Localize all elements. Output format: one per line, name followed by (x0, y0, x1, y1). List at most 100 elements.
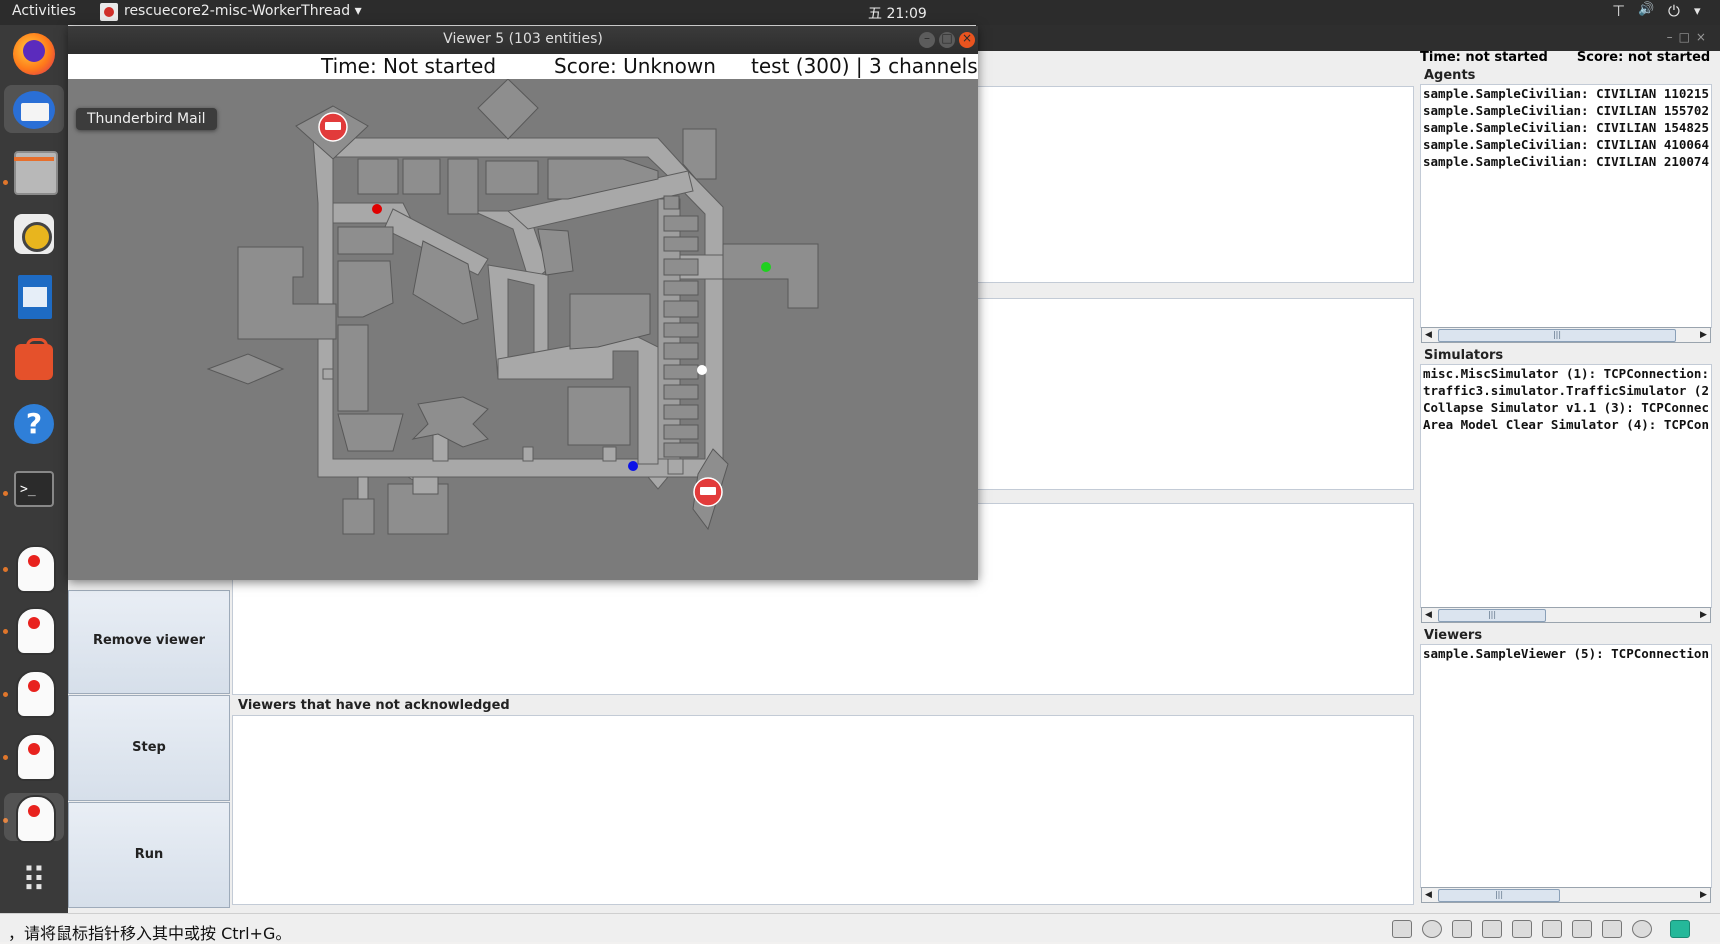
rhythmbox-icon[interactable] (10, 210, 58, 258)
hud-info: test (300) | 3 channels (751, 54, 978, 78)
audio-icon[interactable] (1542, 920, 1562, 938)
scroll-right-icon[interactable]: ▶ (1697, 888, 1710, 902)
viewers-title: Viewers (1424, 628, 1483, 643)
scroll-right-icon[interactable]: ▶ (1697, 328, 1710, 342)
agents-items: sample.SampleCivilian: CIVILIAN 1102153€… (1423, 85, 1709, 170)
list-item[interactable]: Area Model Clear Simulator (4): TCPConn (1423, 416, 1709, 433)
files-icon[interactable] (10, 147, 58, 195)
writer-icon[interactable] (10, 273, 58, 321)
help-icon[interactable]: ? (10, 400, 58, 448)
kernel-time: Time: not started (1420, 50, 1548, 65)
network-icon[interactable]: ⊤ (1612, 2, 1625, 20)
simulators-scrollbar[interactable]: ◀ ||| ▶ (1421, 607, 1711, 623)
java-icon-2[interactable] (10, 605, 58, 655)
close-button[interactable]: × (959, 31, 975, 48)
chevron-down-icon: ▾ (354, 3, 362, 19)
close-icon: × (961, 31, 973, 45)
power-icon[interactable]: ⏻ (1668, 2, 1680, 20)
step-label: Step (132, 740, 166, 755)
agent-red-dot (372, 204, 382, 214)
agents-scrollbar[interactable]: ◀ ||| ▶ (1421, 327, 1711, 343)
software-icon[interactable] (10, 336, 58, 384)
list-item[interactable]: sample.SampleCivilian: CIVILIAN 2100749 (1423, 153, 1709, 170)
run-label: Run (134, 847, 164, 862)
printer-icon[interactable] (1512, 920, 1532, 938)
remove-viewer-button[interactable]: Remove viewer (68, 590, 230, 694)
activities-button[interactable]: Activities (12, 3, 76, 19)
viewers-list[interactable]: sample.SampleViewer (5): TCPConnection ◀… (1420, 644, 1712, 903)
simulators-list[interactable]: misc.MiscSimulator (1): TCPConnection: l… (1420, 364, 1712, 623)
not-acknowledged-title: Viewers that have not acknowledged (238, 698, 510, 713)
map-svg (206, 78, 819, 535)
step-button[interactable]: Step (68, 695, 230, 801)
maximize-icon: □ (941, 31, 953, 45)
java-icon-5[interactable] (4, 793, 64, 843)
vm-status-bar: ，请将鼠标指针移入其中或按 Ctrl+G。 (0, 913, 1720, 943)
map-canvas[interactable] (68, 78, 978, 580)
remove-viewer-label: Remove viewer (92, 633, 206, 648)
usb-icon[interactable] (1482, 920, 1502, 938)
scroll-thumb[interactable]: ||| (1438, 609, 1546, 622)
kernel-titlebar (976, 25, 1720, 51)
terminal-glyph: >_ (14, 471, 54, 507)
clock[interactable]: 五 21:09 (868, 3, 927, 23)
maximize-button[interactable]: □ (939, 31, 955, 48)
not-acknowledged-list[interactable] (232, 715, 1414, 905)
list-item[interactable]: sample.SampleCivilian: CIVILIAN 1557027{ (1423, 102, 1709, 119)
scroll-thumb[interactable]: ||| (1438, 889, 1560, 902)
list-item[interactable]: sample.SampleViewer (5): TCPConnection (1423, 645, 1709, 662)
agent-blue-dot (628, 461, 638, 471)
agents-title: Agents (1424, 68, 1476, 83)
audio-muted-icon[interactable] (1572, 920, 1592, 938)
simulators-items: misc.MiscSimulator (1): TCPConnection: l… (1423, 365, 1709, 433)
list-item[interactable]: traffic3.simulator.TrafficSimulator (2):… (1423, 382, 1709, 399)
minimize-button[interactable]: – (919, 31, 935, 48)
kernel-window-controls[interactable]: –□× (1667, 30, 1712, 44)
run-button[interactable]: Run (68, 802, 230, 908)
viewers-items: sample.SampleViewer (5): TCPConnection (1423, 645, 1709, 662)
capture-icon[interactable] (1632, 920, 1652, 938)
list-item[interactable]: Collapse Simulator v1.1 (3): TCPConnecti (1423, 399, 1709, 416)
kernel-score: Score: not started (1576, 50, 1711, 65)
list-item[interactable]: sample.SampleCivilian: CIVILIAN 4100648 (1423, 136, 1709, 153)
terminal-icon[interactable]: >_ (10, 465, 58, 513)
running-indicator (3, 692, 8, 697)
java-icon-1[interactable] (10, 543, 58, 593)
network-adapter-icon[interactable] (1452, 920, 1472, 938)
hud-time: Time: Not started (321, 54, 497, 78)
scroll-left-icon[interactable]: ◀ (1422, 888, 1435, 902)
running-indicator (3, 755, 8, 760)
agents-list[interactable]: sample.SampleCivilian: CIVILIAN 1102153€… (1420, 84, 1712, 343)
viewer-title: Viewer 5 (103 entities) (443, 31, 603, 47)
agent-white-dot (697, 365, 707, 375)
list-item[interactable]: misc.MiscSimulator (1): TCPConnection: l (1423, 365, 1709, 382)
hdd-icon[interactable] (1392, 920, 1412, 938)
list-item[interactable]: sample.SampleCivilian: CIVILIAN 1548259 (1423, 119, 1709, 136)
running-indicator (3, 567, 8, 572)
scroll-left-icon[interactable]: ◀ (1422, 328, 1435, 342)
help-glyph: ? (14, 404, 54, 444)
optical-disk-icon[interactable] (1422, 920, 1442, 938)
java-icon-3[interactable] (10, 668, 58, 718)
running-indicator (3, 491, 8, 496)
show-apps-icon[interactable]: ⠿ (10, 857, 58, 905)
storage-icon[interactable] (1602, 920, 1622, 938)
viewer-titlebar[interactable]: Viewer 5 (103 entities) – □ × (68, 26, 978, 54)
app-menu-label: rescuecore2-misc-WorkerThread (124, 3, 351, 19)
kernel-status: Time: not started Score: not started (1420, 50, 1710, 65)
app-menu[interactable]: rescuecore2-misc-WorkerThread ▾ (124, 3, 362, 19)
running-indicator (3, 180, 8, 185)
host-key-icon[interactable] (1670, 920, 1690, 938)
system-menu-chevron-icon[interactable]: ▾ (1694, 4, 1701, 19)
scroll-right-icon[interactable]: ▶ (1697, 608, 1710, 622)
viewers-scrollbar[interactable]: ◀ ||| ▶ (1421, 887, 1711, 903)
volume-icon[interactable]: 🔊 (1638, 2, 1654, 17)
tooltip: Thunderbird Mail (76, 108, 217, 130)
firefox-icon[interactable] (10, 30, 58, 78)
viewer-hud: Time: Not started Score: Unknown test (3… (68, 54, 978, 79)
list-item[interactable]: sample.SampleCivilian: CIVILIAN 1102153€ (1423, 85, 1709, 102)
java-icon-4[interactable] (10, 731, 58, 781)
thunderbird-icon[interactable] (4, 85, 64, 133)
scroll-left-icon[interactable]: ◀ (1422, 608, 1435, 622)
scroll-thumb[interactable]: ||| (1438, 329, 1676, 342)
